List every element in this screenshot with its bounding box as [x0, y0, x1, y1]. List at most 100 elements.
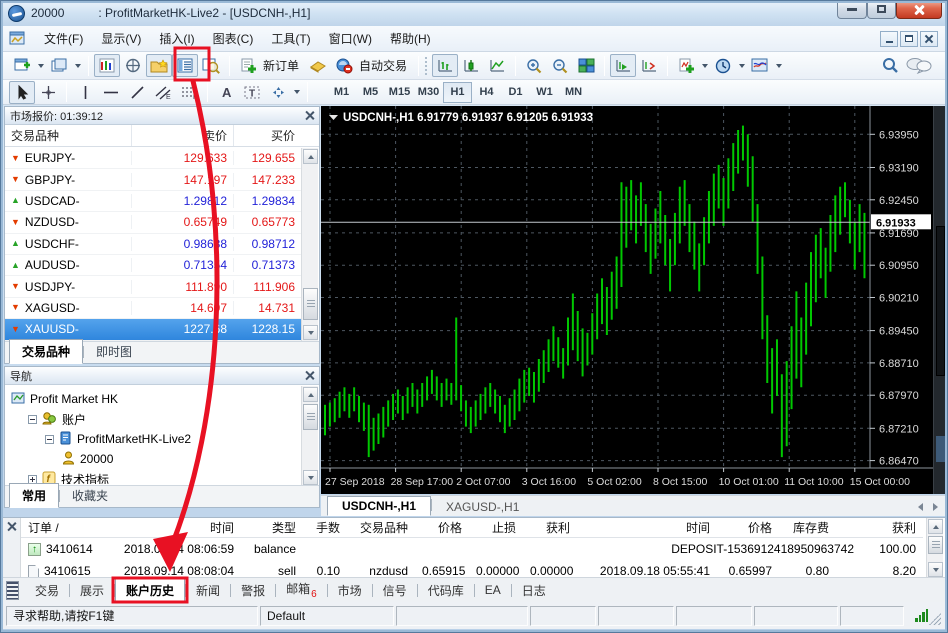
- tab-账户历史[interactable]: 账户历史: [115, 578, 185, 603]
- chart-right-scrollbar[interactable]: [933, 106, 946, 494]
- navigator-scrollbar[interactable]: [301, 386, 318, 486]
- market-watch-row[interactable]: ▼USDJPY-111.890111.906: [5, 276, 301, 297]
- timeframe-button-H1[interactable]: H1: [443, 82, 472, 103]
- tab-邮箱[interactable]: 邮箱6: [276, 577, 327, 602]
- scroll-up-icon[interactable]: [928, 519, 943, 534]
- new-order-button[interactable]: [235, 54, 261, 77]
- timeframe-button-W1[interactable]: W1: [530, 82, 559, 103]
- navigator-item[interactable]: f技术指标: [5, 469, 301, 484]
- scroll-thumb[interactable]: [928, 536, 943, 554]
- terminal-button[interactable]: [172, 54, 198, 77]
- tab-警报[interactable]: 警报: [231, 579, 275, 602]
- market-watch-header[interactable]: 市场报价: 01:39:12: [5, 107, 319, 125]
- mdi-close-button[interactable]: [920, 31, 938, 47]
- fibonacci-button[interactable]: F: [176, 81, 202, 104]
- timeframe-button-D1[interactable]: D1: [501, 82, 530, 103]
- templates-button[interactable]: [747, 54, 773, 77]
- navigator-item[interactable]: Profit Market HK: [5, 389, 301, 409]
- profiles-button[interactable]: [46, 54, 72, 77]
- bar-chart-type-button[interactable]: [432, 54, 458, 77]
- market-watch-close-icon[interactable]: [305, 111, 314, 120]
- market-watch-row[interactable]: ▼NZDUSD-0.657490.65773: [5, 212, 301, 233]
- menu-item[interactable]: 工具(T): [262, 27, 319, 50]
- new-order-label[interactable]: 新订单: [263, 57, 299, 74]
- scroll-thumb[interactable]: [303, 404, 318, 430]
- yellow-package-icon[interactable]: [305, 54, 331, 77]
- market-watch-row[interactable]: ▼GBPJPY-147.197147.233: [5, 169, 301, 190]
- market-watch-row[interactable]: ▼XAUUSD-1227.681228.15: [5, 319, 301, 340]
- indicators-button[interactable]: [673, 54, 699, 77]
- tab-市场[interactable]: 市场: [328, 579, 372, 602]
- navigator-close-icon[interactable]: [305, 371, 314, 380]
- tab-EA[interactable]: EA: [475, 580, 511, 600]
- new-chart-button[interactable]: [9, 54, 35, 77]
- navigator-item[interactable]: 账户: [5, 409, 301, 429]
- market-watch-scrollbar[interactable]: [301, 148, 318, 341]
- text-button[interactable]: A: [213, 81, 239, 104]
- tab-常用[interactable]: 常用: [9, 483, 59, 508]
- resize-grip[interactable]: [929, 613, 941, 625]
- chart-tab-XAGUSD-,H1[interactable]: XAGUSD-,H1: [432, 498, 533, 516]
- equidistant-channel-button[interactable]: E: [150, 81, 176, 104]
- tab-展示[interactable]: 展示: [70, 579, 114, 602]
- column-header[interactable]: 价格: [717, 518, 779, 537]
- menu-item[interactable]: 插入(I): [150, 27, 203, 50]
- menu-item[interactable]: 帮助(H): [381, 27, 440, 50]
- column-header[interactable]: 交易品种: [347, 518, 415, 537]
- market-watch-button[interactable]: [94, 54, 120, 77]
- market-watch-row[interactable]: ▲USDCAD-1.298121.29834: [5, 191, 301, 212]
- tab-日志[interactable]: 日志: [512, 579, 556, 602]
- scroll-up-icon[interactable]: [303, 149, 318, 164]
- collapse-icon[interactable]: [28, 415, 37, 424]
- navigator-item[interactable]: ProfitMarketHK-Live2: [5, 429, 301, 449]
- templates-dropdown[interactable]: [773, 54, 784, 77]
- search-icon[interactable]: [877, 54, 903, 77]
- periods-dropdown[interactable]: [736, 54, 747, 77]
- market-watch-row[interactable]: ▼EURJPY-129.633129.655: [5, 148, 301, 169]
- tab-收藏夹[interactable]: 收藏夹: [60, 484, 120, 507]
- profile-segment[interactable]: Default: [260, 606, 394, 626]
- timeframe-button-M15[interactable]: M15: [385, 82, 414, 103]
- new-chart-dropdown[interactable]: [35, 54, 46, 77]
- menu-item[interactable]: 窗口(W): [320, 27, 381, 50]
- tab-信号[interactable]: 信号: [373, 579, 417, 602]
- column-header[interactable]: 止损: [469, 518, 523, 537]
- column-header[interactable]: 库存费: [779, 518, 836, 537]
- data-window-button[interactable]: [120, 54, 146, 77]
- market-watch-row[interactable]: ▲AUDUSD-0.713540.71373: [5, 255, 301, 276]
- auto-scroll-button[interactable]: [610, 54, 636, 77]
- minimize-button[interactable]: [837, 0, 867, 19]
- vertical-line-button[interactable]: [72, 81, 98, 104]
- price-chart[interactable]: 6.939506.931906.924506.916906.909506.902…: [321, 106, 933, 494]
- timeframe-button-M30[interactable]: M30: [414, 82, 443, 103]
- terminal-scrollbar[interactable]: [926, 518, 943, 577]
- chat-icon[interactable]: [903, 54, 935, 77]
- arrows-button[interactable]: [265, 81, 291, 104]
- column-header[interactable]: 价格: [415, 518, 469, 537]
- scroll-up-icon[interactable]: [303, 387, 318, 402]
- tab-新闻[interactable]: 新闻: [186, 579, 230, 602]
- close-button[interactable]: [896, 0, 942, 19]
- zoom-in-button[interactable]: [521, 54, 547, 77]
- column-header[interactable]: 获利: [523, 518, 577, 537]
- column-header[interactable]: 时间: [111, 518, 241, 537]
- tile-windows-button[interactable]: [573, 54, 599, 77]
- chart-tab-USDCNH-,H1[interactable]: USDCNH-,H1: [327, 496, 431, 516]
- prev-tab-icon[interactable]: [918, 503, 923, 511]
- navigator-header[interactable]: 导航: [5, 367, 319, 385]
- chart-shift-button[interactable]: [636, 54, 662, 77]
- arrows-dropdown[interactable]: [291, 81, 302, 104]
- column-header[interactable]: 订单 /: [21, 518, 111, 537]
- vps-grid-icon[interactable]: [6, 581, 19, 600]
- history-row[interactable]: 34106152018.09.14 08:08:04sell0.10nzdusd…: [21, 560, 923, 577]
- candlestick-type-button[interactable]: [458, 54, 484, 77]
- trendline-button[interactable]: [124, 81, 150, 104]
- autotrading-button[interactable]: [331, 54, 357, 77]
- scroll-down-icon[interactable]: [928, 562, 943, 577]
- periods-button[interactable]: [710, 54, 736, 77]
- autotrading-label[interactable]: 自动交易: [359, 57, 407, 74]
- next-tab-icon[interactable]: [933, 503, 938, 511]
- text-label-button[interactable]: T: [239, 81, 265, 104]
- tab-交易[interactable]: 交易: [25, 579, 69, 602]
- navigator-item[interactable]: 20000: [5, 449, 301, 469]
